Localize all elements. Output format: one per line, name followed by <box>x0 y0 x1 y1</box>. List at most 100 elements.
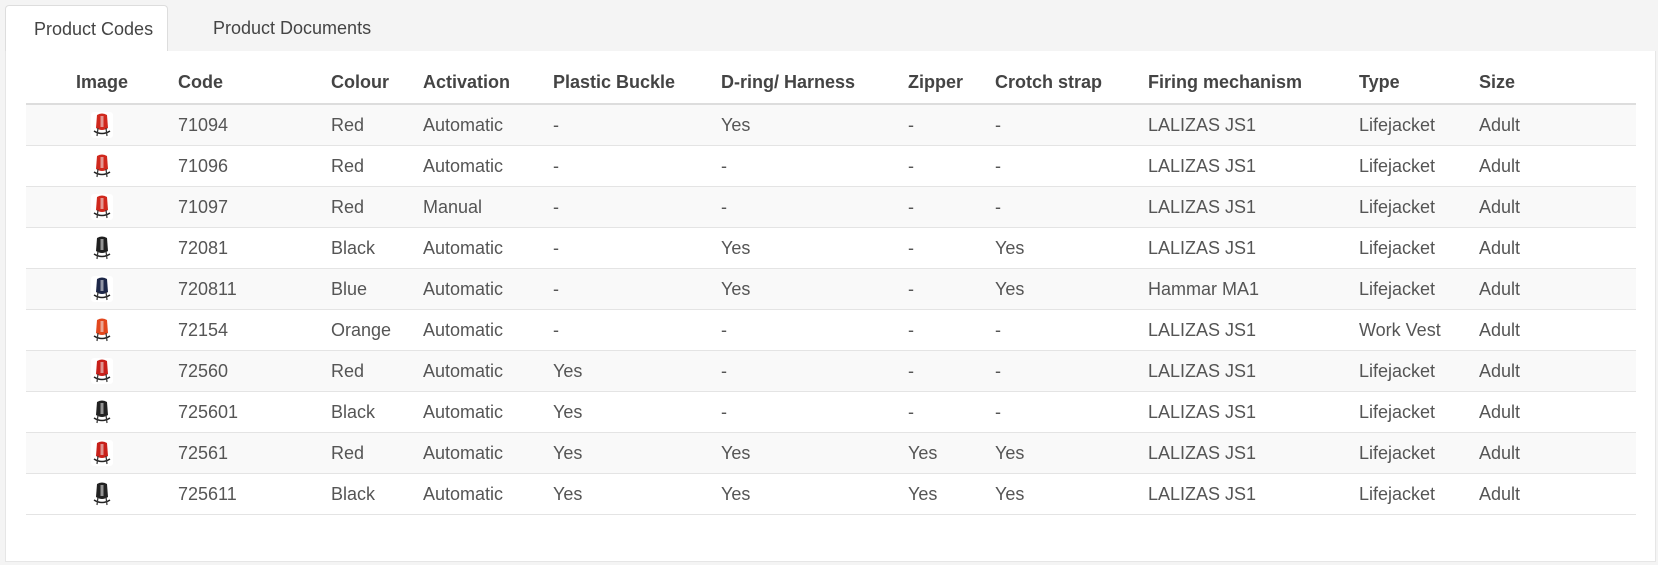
red-lifejacket-icon[interactable] <box>89 193 115 221</box>
cell-code: 72154 <box>178 309 331 351</box>
cell-colour: Red <box>331 145 423 187</box>
tab-bar: Product Codes Product Documents <box>5 5 1656 53</box>
cell-size: Adult <box>1479 473 1636 515</box>
cell-zipper: - <box>908 145 995 187</box>
cell-plastic-buckle: - <box>553 268 721 310</box>
cell-plastic-buckle: Yes <box>553 473 721 515</box>
cell-d-ring-harness: Yes <box>721 104 908 146</box>
cell-activation: Manual <box>423 186 553 228</box>
cell-firing-mechanism: LALIZAS JS1 <box>1148 145 1359 187</box>
cell-size: Adult <box>1479 186 1636 228</box>
table-row[interactable]: 72081 Black Automatic - Yes - Yes LALIZAS JS1 Li… <box>26 227 1636 269</box>
cell-image <box>26 432 178 474</box>
cell-d-ring-harness: Yes <box>721 432 908 474</box>
cell-firing-mechanism: LALIZAS JS1 <box>1148 350 1359 392</box>
table-row[interactable]: 72154 Orange Automatic - - - - LALIZAS JS1 Work … <box>26 309 1636 351</box>
cell-colour: Red <box>331 104 423 146</box>
cell-image <box>26 309 178 351</box>
black-lifejacket-icon[interactable] <box>89 480 115 508</box>
cell-activation: Automatic <box>423 104 553 146</box>
table-row[interactable]: 72561 Red Automatic Yes Yes Yes Yes LALIZAS JS1… <box>26 432 1636 474</box>
cell-image <box>26 391 178 433</box>
cell-image <box>26 227 178 269</box>
table-row[interactable]: 71096 Red Automatic - - - - LALIZAS JS1 Lifejack… <box>26 145 1636 187</box>
table-row[interactable]: 725611 Black Automatic Yes Yes Yes Yes LALIZAS … <box>26 473 1636 515</box>
table-row[interactable]: 72560 Red Automatic Yes - - - LALIZAS JS1 Lifeja… <box>26 350 1636 392</box>
cell-crotch-strap: - <box>995 104 1148 146</box>
table-row[interactable]: 71097 Red Manual - - - - LALIZAS JS1 Lifejacket A… <box>26 186 1636 228</box>
cell-type: Lifejacket <box>1359 104 1479 146</box>
cell-colour: Orange <box>331 309 423 351</box>
cell-d-ring-harness: - <box>721 391 908 433</box>
cell-size: Adult <box>1479 227 1636 269</box>
table-row[interactable]: 71094 Red Automatic - Yes - - LALIZAS JS1 Lifeja… <box>26 104 1636 146</box>
cell-size: Adult <box>1479 309 1636 351</box>
column-header-zipper: Zipper <box>908 61 995 105</box>
cell-image <box>26 268 178 310</box>
cell-colour: Black <box>331 473 423 515</box>
product-codes-panel: Image Code Colour Activation Plastic Buc… <box>5 51 1656 562</box>
cell-crotch-strap: Yes <box>995 432 1148 474</box>
table-row[interactable]: 725601 Black Automatic Yes - - - LALIZAS JS1 Lif… <box>26 391 1636 433</box>
cell-firing-mechanism: LALIZAS JS1 <box>1148 432 1359 474</box>
cell-activation: Automatic <box>423 432 553 474</box>
black-lifejacket-icon[interactable] <box>89 234 115 262</box>
cell-type: Lifejacket <box>1359 350 1479 392</box>
blue-lifejacket-icon[interactable] <box>89 275 115 303</box>
black-lifejacket-icon[interactable] <box>89 398 115 426</box>
cell-plastic-buckle: - <box>553 104 721 146</box>
cell-plastic-buckle: Yes <box>553 432 721 474</box>
column-header-d-ring-harness: D-ring/ Harness <box>721 61 908 105</box>
cell-code: 71096 <box>178 145 331 187</box>
cell-crotch-strap: - <box>995 350 1148 392</box>
cell-zipper: Yes <box>908 432 995 474</box>
cell-crotch-strap: - <box>995 145 1148 187</box>
cell-code: 72561 <box>178 432 331 474</box>
cell-type: Lifejacket <box>1359 268 1479 310</box>
cell-crotch-strap: - <box>995 391 1148 433</box>
cell-d-ring-harness: - <box>721 186 908 228</box>
cell-code: 720811 <box>178 268 331 310</box>
cell-activation: Automatic <box>423 145 553 187</box>
cell-d-ring-harness: - <box>721 350 908 392</box>
column-header-code: Code <box>178 61 331 105</box>
cell-firing-mechanism: LALIZAS JS1 <box>1148 104 1359 146</box>
product-codes-table: Image Code Colour Activation Plastic Buc… <box>26 61 1636 515</box>
red-lifejacket-icon[interactable] <box>89 357 115 385</box>
cell-activation: Automatic <box>423 268 553 310</box>
cell-zipper: - <box>908 391 995 433</box>
cell-colour: Red <box>331 350 423 392</box>
cell-size: Adult <box>1479 350 1636 392</box>
cell-d-ring-harness: - <box>721 145 908 187</box>
cell-image <box>26 145 178 187</box>
column-header-size: Size <box>1479 61 1636 105</box>
cell-colour: Blue <box>331 268 423 310</box>
tab-product-codes[interactable]: Product Codes <box>5 5 168 53</box>
cell-activation: Automatic <box>423 309 553 351</box>
cell-colour: Red <box>331 186 423 228</box>
tab-product-documents[interactable]: Product Documents <box>188 5 396 51</box>
cell-activation: Automatic <box>423 391 553 433</box>
red-lifejacket-icon[interactable] <box>89 439 115 467</box>
column-header-type: Type <box>1359 61 1479 105</box>
cell-zipper: Yes <box>908 473 995 515</box>
red-lifejacket-icon[interactable] <box>89 152 115 180</box>
cell-type: Lifejacket <box>1359 391 1479 433</box>
cell-type: Lifejacket <box>1359 186 1479 228</box>
cell-activation: Automatic <box>423 350 553 392</box>
orange-work-vest-icon[interactable] <box>89 316 115 344</box>
cell-firing-mechanism: LALIZAS JS1 <box>1148 309 1359 351</box>
cell-activation: Automatic <box>423 227 553 269</box>
cell-crotch-strap: - <box>995 309 1148 351</box>
cell-image <box>26 350 178 392</box>
column-header-activation: Activation <box>423 61 553 105</box>
cell-firing-mechanism: Hammar MA1 <box>1148 268 1359 310</box>
red-lifejacket-icon[interactable] <box>89 111 115 139</box>
cell-image <box>26 104 178 146</box>
table-row[interactable]: 720811 Blue Automatic - Yes - Yes Hammar MA1 Lif… <box>26 268 1636 310</box>
column-header-colour: Colour <box>331 61 423 105</box>
cell-code: 72560 <box>178 350 331 392</box>
cell-code: 71097 <box>178 186 331 228</box>
cell-zipper: - <box>908 104 995 146</box>
cell-type: Work Vest <box>1359 309 1479 351</box>
